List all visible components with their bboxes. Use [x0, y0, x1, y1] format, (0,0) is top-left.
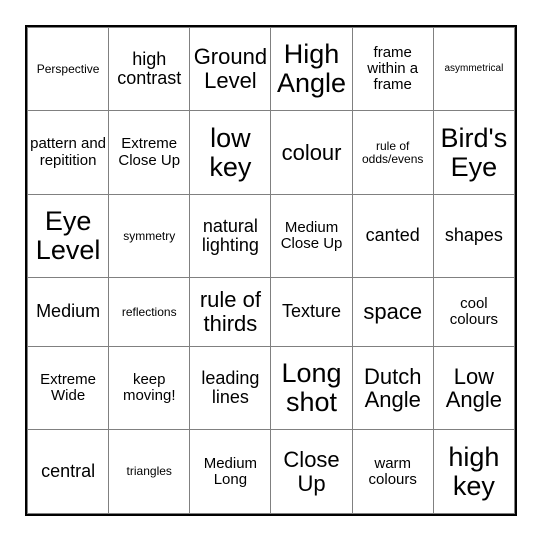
bingo-cell[interactable]: High Angle	[270, 26, 353, 112]
bingo-cell[interactable]: low key	[189, 110, 272, 195]
bingo-cell[interactable]: Extreme Wide	[26, 346, 110, 431]
bingo-cell[interactable]: triangles	[108, 429, 191, 514]
bingo-cell[interactable]: rule of odds/evens	[351, 110, 434, 195]
bingo-row: Eye Level symmetry natural lighting Medium …	[26, 193, 516, 279]
bingo-row: central triangles Medium Long Close Up warm …	[26, 429, 516, 514]
bingo-cell[interactable]: canted	[351, 193, 434, 279]
bingo-card: Perspective high contrast Ground Level High…	[25, 25, 517, 516]
bingo-grid-body: Perspective high contrast Ground Level High…	[26, 26, 516, 514]
bingo-cell[interactable]: leading lines	[189, 346, 272, 431]
bingo-row: Medium reflections rule of thirds Texture sp…	[26, 277, 516, 348]
bingo-cell[interactable]: Long shot	[270, 346, 353, 431]
bingo-cell[interactable]: Eye Level	[26, 193, 110, 279]
bingo-cell[interactable]: frame within a frame	[351, 26, 434, 112]
bingo-cell[interactable]: colour	[270, 110, 353, 195]
bingo-cell[interactable]: Close Up	[270, 429, 353, 514]
bingo-cell[interactable]: space	[351, 277, 434, 348]
bingo-grid: Perspective high contrast Ground Level High…	[26, 26, 516, 514]
bingo-cell[interactable]: reflections	[108, 277, 191, 348]
bingo-row: pattern and repitition Extreme Close Up lo…	[26, 110, 516, 195]
bingo-cell[interactable]: cool colours	[432, 277, 516, 348]
bingo-cell[interactable]: central	[26, 429, 110, 514]
bingo-cell[interactable]: warm colours	[351, 429, 434, 514]
bingo-cell[interactable]: Low Angle	[432, 346, 516, 431]
bingo-cell[interactable]: Bird's Eye	[432, 110, 516, 195]
bingo-cell[interactable]: Medium	[26, 277, 110, 348]
bingo-cell[interactable]: high contrast	[108, 26, 191, 112]
bingo-cell[interactable]: rule of thirds	[189, 277, 272, 348]
bingo-row: Extreme Wide keep moving! leading lines Lon…	[26, 346, 516, 431]
bingo-cell[interactable]: Texture	[270, 277, 353, 348]
bingo-cell[interactable]: shapes	[432, 193, 516, 279]
bingo-cell[interactable]: keep moving!	[108, 346, 191, 431]
bingo-row: Perspective high contrast Ground Level High…	[26, 26, 516, 112]
bingo-cell[interactable]: high key	[432, 429, 516, 514]
bingo-cell[interactable]: Medium Close Up	[270, 193, 353, 279]
bingo-cell[interactable]: Extreme Close Up	[108, 110, 191, 195]
bingo-cell[interactable]: Ground Level	[189, 26, 272, 112]
bingo-cell[interactable]: Medium Long	[189, 429, 272, 514]
bingo-cell[interactable]: natural lighting	[189, 193, 272, 279]
bingo-cell[interactable]: Dutch Angle	[351, 346, 434, 431]
bingo-cell[interactable]: asymmetrical	[432, 26, 516, 112]
bingo-cell[interactable]: symmetry	[108, 193, 191, 279]
bingo-cell[interactable]: Perspective	[26, 26, 110, 112]
bingo-cell[interactable]: pattern and repitition	[26, 110, 110, 195]
